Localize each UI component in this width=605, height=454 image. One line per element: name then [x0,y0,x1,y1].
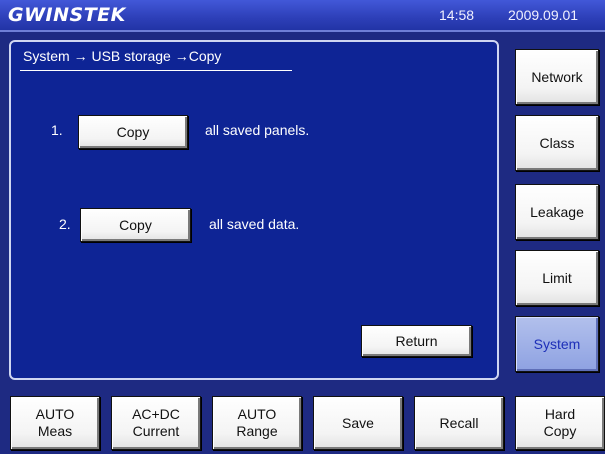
clock-date: 2009.09.01 [508,7,579,23]
breadcrumb-underline [20,70,292,71]
sidebar-item-limit[interactable]: Limit [515,250,599,306]
ac-dc-current-button[interactable]: AC+DC Current [111,396,201,450]
clock-time: 14:58 [439,7,475,23]
auto-meas-button[interactable]: AUTO Meas [10,396,100,450]
title-bar: GWINSTEK 14:58 2009.09.01 [0,0,605,32]
sidebar-item-system[interactable]: System [515,316,599,372]
return-button[interactable]: Return [361,325,472,357]
hard-copy-button[interactable]: Hard Copy [515,396,605,450]
copy-panels-button[interactable]: Copy [78,115,188,149]
copy-data-description: all saved data. [209,216,300,232]
save-button[interactable]: Save [313,396,403,450]
auto-range-button[interactable]: AUTO Range [212,396,302,450]
copy-data-button[interactable]: Copy [80,208,191,242]
sidebar-item-class[interactable]: Class [515,115,599,171]
breadcrumb: System → USB storage →Copy [23,48,222,64]
sidebar-item-network[interactable]: Network [515,49,599,105]
recall-button[interactable]: Recall [414,396,504,450]
item-number-2: 2. [59,216,71,232]
brand-logo: GWINSTEK [8,4,126,26]
copy-panels-description: all saved panels. [205,122,310,138]
sidebar-item-leakage[interactable]: Leakage [515,184,599,240]
item-number-1: 1. [51,122,63,138]
